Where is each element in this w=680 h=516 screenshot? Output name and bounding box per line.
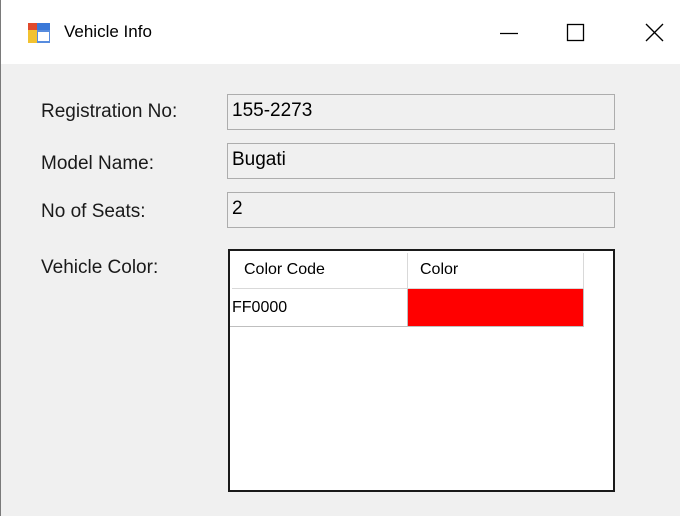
model-name-label: Model Name: <box>41 153 154 174</box>
windows-forms-app-icon <box>28 23 50 43</box>
column-header-color-code[interactable]: Color Code <box>232 253 408 289</box>
title-bar[interactable]: Vehicle Info <box>1 0 680 64</box>
registration-field[interactable]: 155-2273 <box>227 94 615 130</box>
maximize-icon <box>566 23 585 42</box>
close-icon <box>645 23 664 42</box>
window-title: Vehicle Info <box>64 22 152 41</box>
table-cell-color-code[interactable]: FF0000 <box>230 289 408 327</box>
table-cell-color-swatch[interactable] <box>408 289 584 327</box>
column-header-color[interactable]: Color <box>408 253 584 289</box>
maximize-button[interactable] <box>545 0 601 64</box>
close-button[interactable] <box>625 0 680 64</box>
registration-label: Registration No: <box>41 101 178 122</box>
vehicle-color-label: Vehicle Color: <box>41 257 159 278</box>
vehicle-color-grid[interactable]: Color Code Color FF0000 <box>228 249 615 492</box>
vehicle-info-window: Vehicle Info Registration No: 155-2273 M… <box>0 0 680 516</box>
seats-field[interactable]: 2 <box>227 192 615 228</box>
seats-label: No of Seats: <box>41 201 146 222</box>
minimize-icon <box>500 32 518 35</box>
model-name-field[interactable]: Bugati <box>227 143 615 179</box>
minimize-button[interactable] <box>485 0 541 64</box>
